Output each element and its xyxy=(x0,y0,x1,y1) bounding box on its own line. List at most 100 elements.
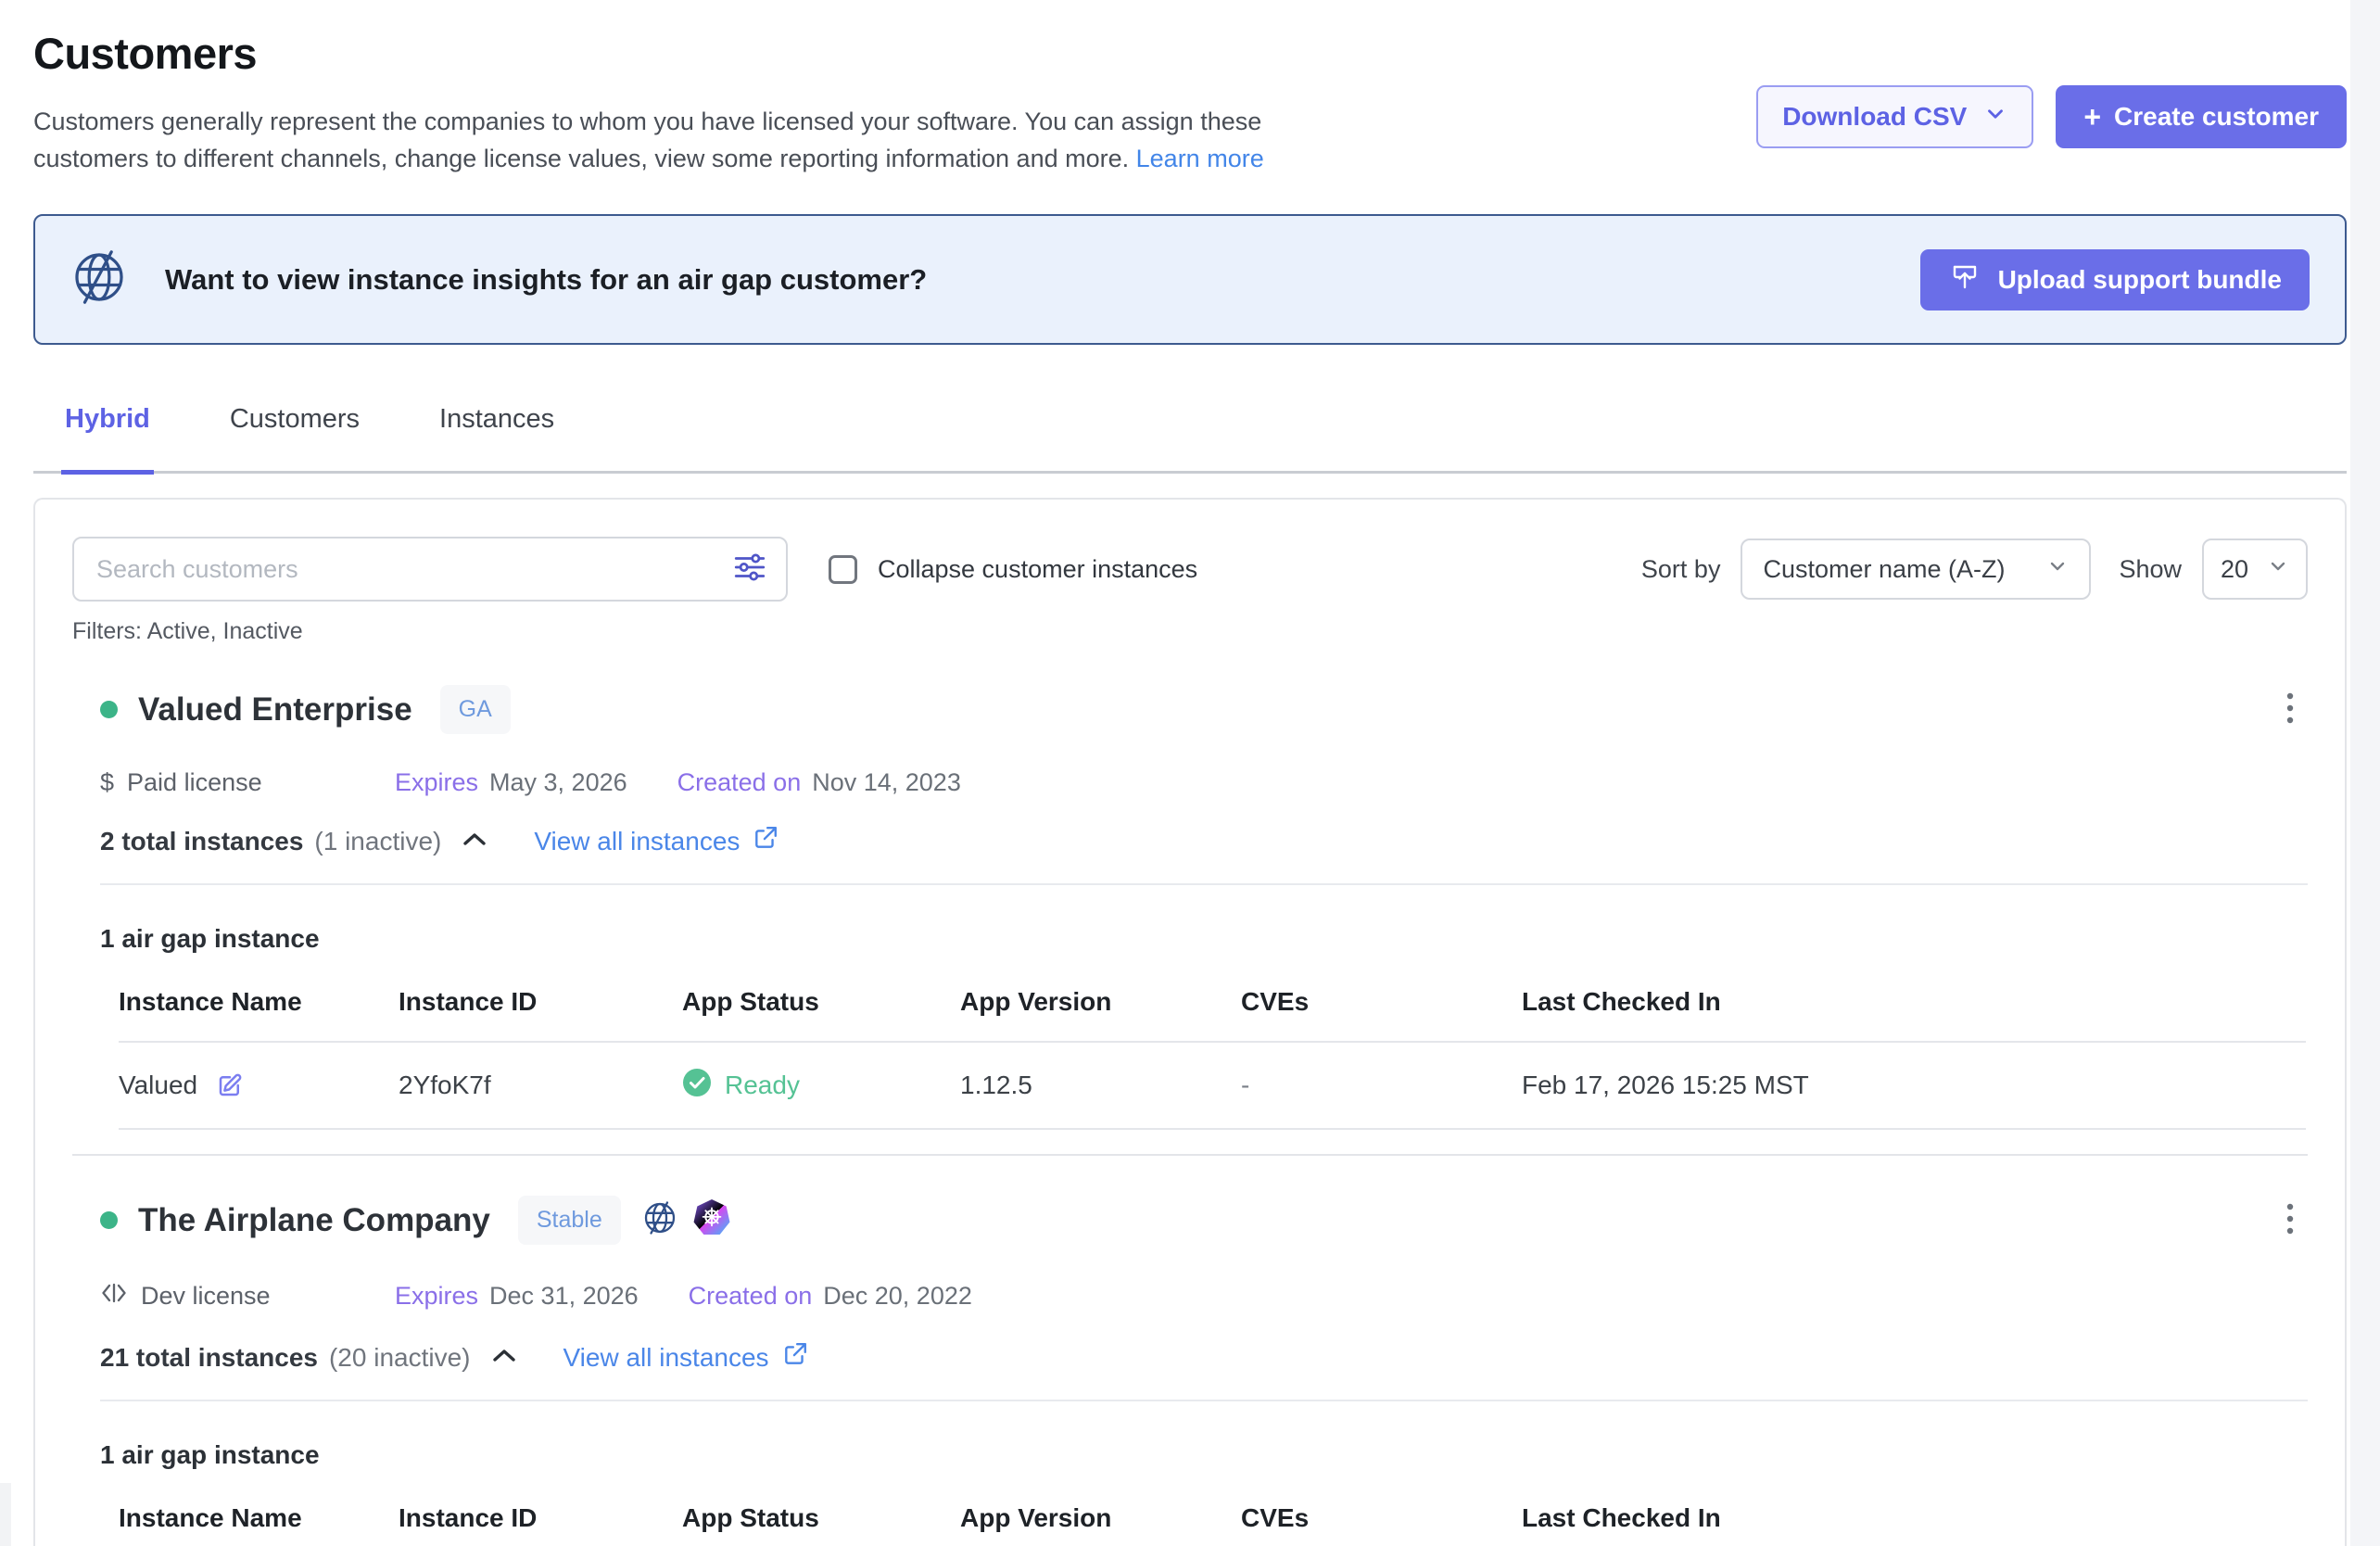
col-app-status: App Status xyxy=(682,1503,960,1533)
license-type-label: Dev license xyxy=(141,1282,271,1311)
airgap-instance-count-heading: 1 air gap instance xyxy=(100,924,2308,954)
edit-instance-name-icon[interactable] xyxy=(214,1070,246,1101)
search-box xyxy=(72,537,788,602)
active-filters-summary: Filters: Active, Inactive xyxy=(72,618,2308,645)
channel-badge: GA xyxy=(440,685,511,734)
customers-card: Collapse customer instances Sort by Cust… xyxy=(33,498,2347,1546)
col-cves: CVEs xyxy=(1241,987,1522,1017)
customer-meta-row: Dev license Expires Dec 31, 2026 Created… xyxy=(100,1279,2308,1313)
expires-date: May 3, 2026 xyxy=(489,768,627,797)
col-last-checked-in: Last Checked In xyxy=(1522,1503,2306,1533)
show-count-select[interactable]: 20 xyxy=(2202,539,2308,600)
customers-page: Customers Customers generally represent … xyxy=(0,0,2380,1546)
chevron-down-icon xyxy=(2046,555,2069,584)
col-app-version: App Version xyxy=(960,987,1241,1017)
page-title: Customers xyxy=(33,28,2347,79)
create-customer-label: Create customer xyxy=(2114,102,2319,132)
create-customer-button[interactable]: + Create customer xyxy=(2056,85,2347,148)
airgap-instances-table: Instance Name Instance ID App Status App… xyxy=(119,987,2306,1130)
inactive-instances-note: (1 inactive) xyxy=(314,827,441,856)
header-actions: Download CSV + Create customer xyxy=(1756,85,2347,148)
col-cves: CVEs xyxy=(1241,1503,1522,1533)
collapse-chevron-up-icon[interactable] xyxy=(458,827,491,855)
expires-field: Expires May 3, 2026 xyxy=(395,768,627,797)
col-instance-id: Instance ID xyxy=(399,1503,682,1533)
customer-divider xyxy=(72,1154,2308,1156)
instance-name-cell: Valued xyxy=(119,1070,399,1101)
tab-instances[interactable]: Instances xyxy=(436,404,558,471)
bottom-left-scroll-strip xyxy=(0,1483,11,1546)
customer-kebab-menu-button[interactable] xyxy=(2272,682,2308,737)
total-instances-count: 21 total instances xyxy=(100,1343,318,1373)
col-app-version: App Version xyxy=(960,1503,1241,1533)
license-type: Dev license xyxy=(100,1279,395,1313)
customer-kebab-menu-button[interactable] xyxy=(2272,1193,2308,1248)
banner-message: Want to view instance insights for an ai… xyxy=(165,263,927,297)
col-last-checked-in: Last Checked In xyxy=(1522,987,2306,1017)
collapse-instances-toggle[interactable]: Collapse customer instances xyxy=(829,555,1197,584)
cves-cell: - xyxy=(1241,1071,1522,1100)
airgap-instance-count-heading: 1 air gap instance xyxy=(100,1440,2308,1470)
chevron-down-icon xyxy=(2267,555,2289,584)
customer-header: Valued Enterprise GA xyxy=(100,682,2308,737)
active-status-dot xyxy=(100,1211,118,1229)
instance-id-cell: 2YfoK7f xyxy=(399,1071,682,1100)
sort-by-label: Sort by xyxy=(1641,555,1721,584)
customer-section-valued-enterprise: Valued Enterprise GA $ Paid license Expi… xyxy=(72,682,2308,1130)
col-instance-name: Instance Name xyxy=(119,1503,399,1533)
airgap-globe-icon xyxy=(641,1199,678,1241)
view-all-instances-link[interactable]: View all instances xyxy=(563,1341,808,1374)
active-status-dot xyxy=(100,701,118,718)
install-type-icons xyxy=(641,1199,730,1241)
customers-toolbar: Collapse customer instances Sort by Cust… xyxy=(72,537,2308,602)
customer-section-the-airplane-company: The Airplane Company Stable xyxy=(72,1193,2308,1546)
plus-icon: + xyxy=(2083,102,2101,132)
last-checked-in-cell: Feb 17, 2026 15:25 MST xyxy=(1522,1071,2306,1100)
section-divider xyxy=(100,1400,2308,1401)
collapse-instances-label: Collapse customer instances xyxy=(878,555,1197,584)
collapse-instances-checkbox[interactable] xyxy=(829,555,857,584)
show-count-value: 20 xyxy=(2221,555,2248,584)
sort-by-value: Customer name (A-Z) xyxy=(1763,555,2005,584)
view-all-instances-label: View all instances xyxy=(534,827,740,856)
collapse-chevron-up-icon[interactable] xyxy=(487,1343,521,1372)
customer-header: The Airplane Company Stable xyxy=(100,1193,2308,1248)
view-all-instances-link[interactable]: View all instances xyxy=(534,825,779,857)
instances-table-header: Instance Name Instance ID App Status App… xyxy=(119,1503,2306,1546)
download-csv-button[interactable]: Download CSV xyxy=(1756,85,2033,148)
search-input[interactable] xyxy=(96,555,732,584)
vertical-scrollbar-track[interactable] xyxy=(2350,0,2380,1546)
expires-date: Dec 31, 2026 xyxy=(489,1282,639,1311)
page-description: Customers generally represent the compan… xyxy=(33,103,1359,177)
tab-customers[interactable]: Customers xyxy=(226,404,363,471)
external-link-icon xyxy=(753,825,779,857)
page-header: Customers Customers generally represent … xyxy=(33,28,2347,177)
ready-check-icon xyxy=(682,1068,712,1104)
sort-by-select[interactable]: Customer name (A-Z) xyxy=(1741,539,2091,600)
col-instance-name: Instance Name xyxy=(119,987,399,1017)
col-app-status: App Status xyxy=(682,987,960,1017)
col-instance-id: Instance ID xyxy=(399,987,682,1017)
page-description-text: Customers generally represent the compan… xyxy=(33,108,1261,172)
created-field: Created on Nov 14, 2023 xyxy=(677,768,961,797)
customer-name[interactable]: The Airplane Company xyxy=(138,1202,490,1239)
created-field: Created on Dec 20, 2022 xyxy=(689,1282,972,1311)
show-label: Show xyxy=(2119,555,2182,584)
created-on-label: Created on xyxy=(689,1282,813,1311)
chevron-down-icon xyxy=(1983,102,2007,133)
expires-field: Expires Dec 31, 2026 xyxy=(395,1282,639,1311)
instances-summary-row: 21 total instances (20 inactive) View al… xyxy=(100,1341,2308,1374)
app-version-cell: 1.12.5 xyxy=(960,1071,1241,1100)
upload-support-bundle-button[interactable]: Upload support bundle xyxy=(1920,249,2310,310)
download-csv-label: Download CSV xyxy=(1782,102,1967,132)
instance-table-row: Valued 2YfoK7f Ready xyxy=(119,1043,2306,1130)
channel-badge: Stable xyxy=(518,1196,621,1245)
app-status-cell: Ready xyxy=(682,1068,960,1104)
filter-sliders-icon[interactable] xyxy=(732,550,767,589)
section-divider xyxy=(100,883,2308,885)
instance-name: Valued xyxy=(119,1071,197,1100)
learn-more-link[interactable]: Learn more xyxy=(1136,145,1264,172)
app-status-label: Ready xyxy=(725,1071,800,1100)
customer-name[interactable]: Valued Enterprise xyxy=(138,691,412,729)
tab-hybrid[interactable]: Hybrid xyxy=(61,404,154,475)
